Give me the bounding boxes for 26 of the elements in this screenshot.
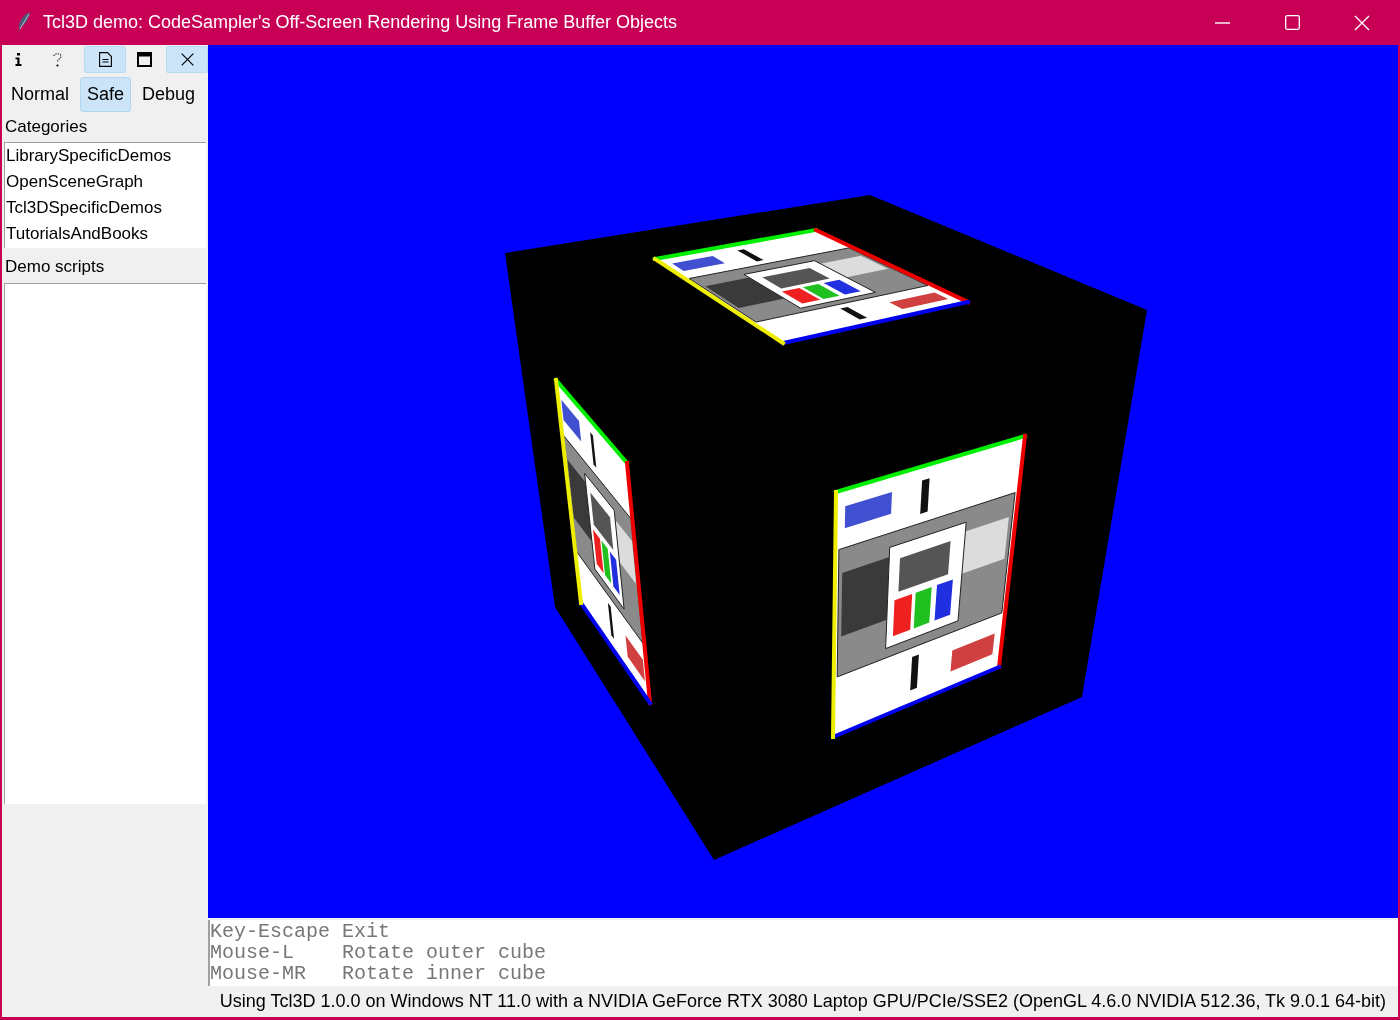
demo-scripts-label: Demo scripts xyxy=(4,256,106,278)
close-icon xyxy=(180,53,194,66)
key-action: Rotate outer cube xyxy=(342,942,547,963)
mode-option[interactable]: Safe xyxy=(80,76,132,112)
close-button[interactable] xyxy=(166,46,208,73)
category-list[interactable]: LibrarySpecificDemos OpenSceneGraph Tcl3DSpecificDemos TutorialsAndBooks xyxy=(4,142,206,248)
key-binding: Key-Escape xyxy=(210,921,332,942)
key-action: Exit xyxy=(342,921,390,942)
key-binding: Mouse-MR xyxy=(210,963,307,984)
help-icon xyxy=(52,52,62,67)
minimize-icon xyxy=(1214,21,1230,24)
categories-label: Categories xyxy=(4,116,89,138)
window-title: Tcl3D demo: CodeSampler's Off-Screen Rendering Using Frame Buffer Objects xyxy=(43,11,678,34)
maximize-icon xyxy=(1284,15,1300,30)
feather-icon xyxy=(17,11,31,34)
close-icon xyxy=(1354,14,1370,31)
key-action: Rotate inner cube xyxy=(342,963,547,984)
document-icon xyxy=(98,52,112,67)
window-icon xyxy=(136,52,152,67)
status-text: Using Tcl3D 1.0.0 on Windows NT 11.0 with a NVIDIA GeForce RTX 3080 Laptop GPU/PCIe/SSE2 (OpenGL 4.6.0 NVIDIA 512.36, Tk 9.0.1 64-bit) xyxy=(219,990,1387,1013)
key-binding: Mouse-L xyxy=(210,942,295,963)
document-button[interactable] xyxy=(84,46,126,73)
mode-option[interactable]: Debug xyxy=(135,76,203,112)
mode-option[interactable]: Normal xyxy=(4,76,76,112)
render-viewport[interactable] xyxy=(208,45,1398,918)
info-icon xyxy=(14,53,22,66)
